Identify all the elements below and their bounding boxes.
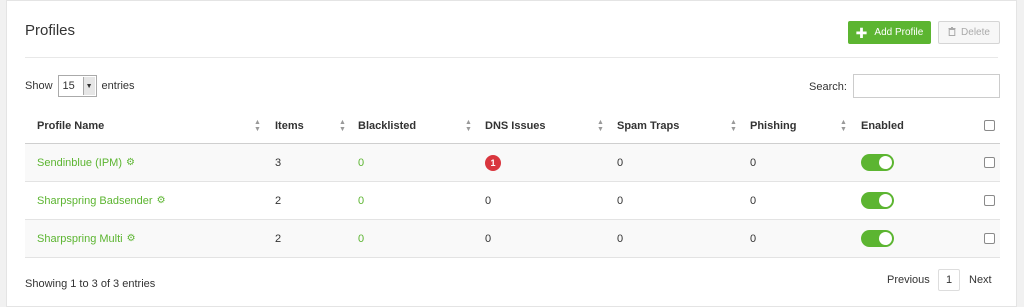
show-label: Show [25, 80, 53, 92]
enabled-toggle[interactable] [861, 230, 894, 247]
phishing-cell: 0 [750, 232, 757, 245]
dns-issues-cell: 0 [485, 194, 492, 207]
sort-icon[interactable]: ▲ ▼ [730, 108, 737, 143]
select-all-checkbox[interactable] [984, 108, 995, 143]
search-label: Search: [809, 81, 847, 93]
enabled-toggle[interactable] [861, 154, 894, 171]
items-cell: 2 [275, 194, 282, 207]
profile-name-link[interactable]: Sendinblue (IPM) [37, 157, 122, 169]
delete-label: Delete [961, 27, 990, 38]
chevron-down-icon: ▼ [82, 77, 95, 95]
blacklisted-link[interactable]: 0 [358, 182, 364, 219]
add-profile-button[interactable]: ✚ Add Profile [848, 21, 931, 44]
column-header-profile-name[interactable]: Profile Name [37, 108, 104, 143]
trash-icon [948, 26, 956, 39]
toggle-knob [879, 194, 892, 207]
pagination-next[interactable]: Next [969, 269, 992, 291]
dns-issues-cell: 0 [485, 232, 492, 245]
gear-icon[interactable]: ⚙ [127, 233, 136, 244]
phishing-cell: 0 [750, 194, 757, 207]
page-title: Profiles [25, 22, 76, 39]
column-header-phishing[interactable]: Phishing [750, 108, 796, 143]
add-profile-label: Add Profile [874, 27, 924, 38]
header-divider [25, 57, 998, 58]
row-checkbox[interactable] [984, 182, 995, 219]
gear-icon[interactable]: ⚙ [126, 157, 135, 168]
column-header-dns-issues[interactable]: DNS Issues [485, 108, 546, 143]
column-header-spam-traps[interactable]: Spam Traps [617, 108, 679, 143]
profiles-table: Profile Name ▲ ▼ Items ▲ ▼ Blacklisted ▲ ▼ … [25, 108, 1000, 258]
profile-name-link[interactable]: Sharpspring Multi [37, 233, 123, 245]
items-cell: 3 [275, 156, 282, 169]
profile-name-link[interactable]: Sharpspring Badsender [37, 195, 153, 207]
spam-traps-cell: 0 [617, 232, 624, 245]
table-row: Sharpspring Badsender ⚙ 2 0 0 0 0 [25, 182, 1000, 220]
spam-traps-cell: 0 [617, 156, 624, 169]
entries-label: entries [101, 80, 135, 92]
toggle-knob [879, 156, 892, 169]
row-checkbox[interactable] [984, 144, 995, 181]
pagination-previous[interactable]: Previous [887, 269, 930, 291]
column-header-enabled: Enabled [861, 119, 904, 132]
sort-icon[interactable]: ▲ ▼ [465, 108, 472, 143]
delete-button[interactable]: Delete [938, 21, 1000, 44]
entries-length-control: Show 15 ▼ entries [25, 75, 135, 97]
entries-select[interactable]: 15 ▼ [57, 75, 97, 97]
enabled-toggle[interactable] [861, 192, 894, 209]
table-info: Showing 1 to 3 of 3 entries [25, 278, 156, 290]
phishing-cell: 0 [750, 156, 757, 169]
table-row: Sendinblue (IPM) ⚙ 3 0 1 0 0 [25, 144, 1000, 182]
sort-icon[interactable]: ▲ ▼ [597, 108, 604, 143]
dns-issues-badge[interactable]: 1 [485, 154, 501, 171]
table-row: Sharpspring Multi ⚙ 2 0 0 0 0 [25, 220, 1000, 258]
column-header-items[interactable]: Items [275, 108, 304, 143]
pagination-page-1[interactable]: 1 [938, 269, 960, 291]
toggle-knob [879, 232, 892, 245]
items-cell: 2 [275, 232, 282, 245]
spam-traps-cell: 0 [617, 194, 624, 207]
plus-icon: ✚ [855, 24, 868, 41]
profiles-panel: Profiles ✚ Add Profile Delete Show 15 ▼ … [6, 0, 1017, 307]
search-input[interactable] [853, 74, 1000, 98]
entries-select-value: 15 [62, 80, 75, 92]
column-header-blacklisted[interactable]: Blacklisted [358, 108, 416, 143]
row-checkbox[interactable] [984, 220, 995, 257]
blacklisted-link[interactable]: 0 [358, 144, 364, 181]
sort-icon[interactable]: ▲ ▼ [840, 108, 847, 143]
blacklisted-link[interactable]: 0 [358, 220, 364, 257]
gear-icon[interactable]: ⚙ [157, 195, 166, 206]
sort-icon[interactable]: ▲ ▼ [339, 108, 346, 143]
table-header-row: Profile Name ▲ ▼ Items ▲ ▼ Blacklisted ▲ ▼ … [25, 108, 1000, 144]
sort-icon[interactable]: ▲ ▼ [254, 108, 261, 143]
